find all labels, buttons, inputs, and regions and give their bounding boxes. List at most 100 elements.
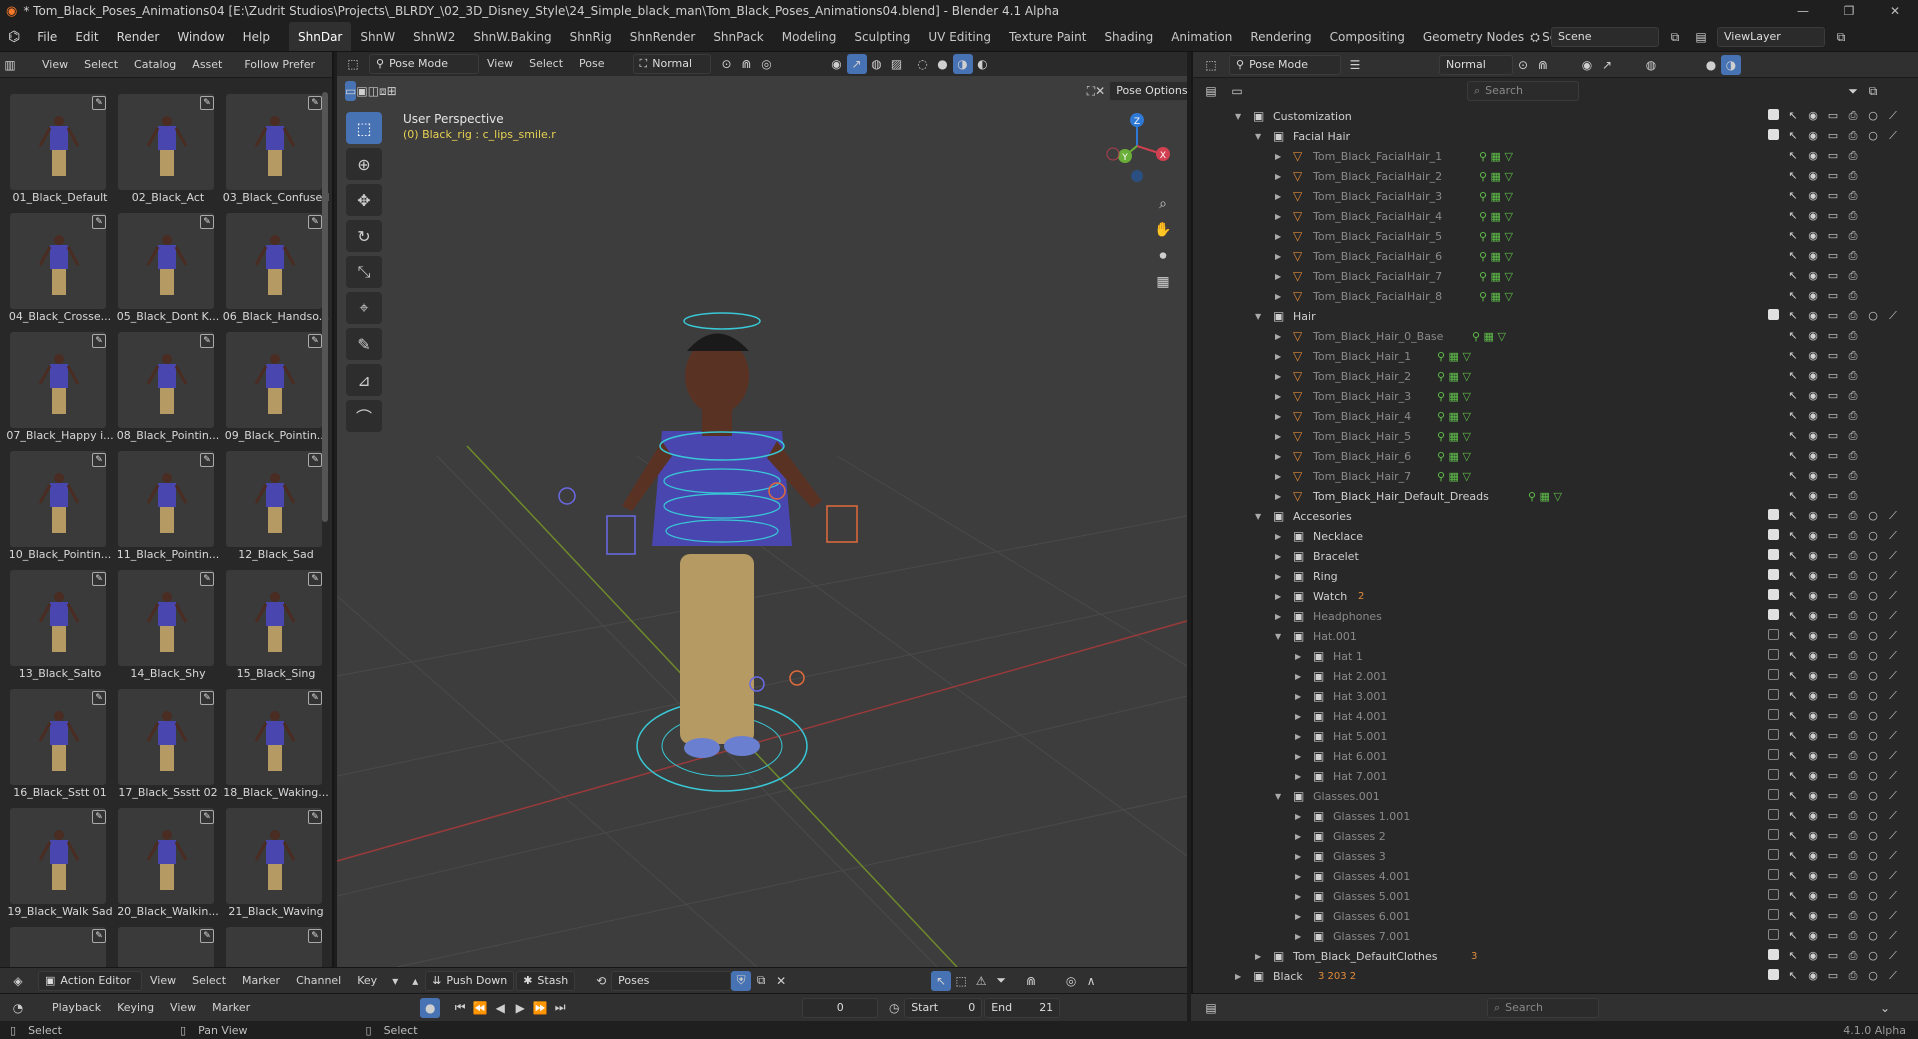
start-frame-field[interactable]: Start 0 <box>904 997 983 1018</box>
layer-down-icon[interactable]: ▾ <box>385 971 405 991</box>
snap-icon[interactable]: ⋒ <box>1533 55 1553 75</box>
edit-asset-icon[interactable]: ✎ <box>308 810 322 824</box>
workspace-tab-shnrender[interactable]: ShnRender <box>621 22 705 51</box>
errors-icon[interactable]: ⚠ <box>971 971 991 991</box>
exclude-checkbox[interactable] <box>1763 789 1783 803</box>
viewport-display-icon[interactable]: ▭ <box>1823 649 1843 663</box>
render-camera-icon[interactable]: ⎙ <box>1843 849 1863 863</box>
render-camera-icon[interactable]: ⎙ <box>1843 689 1863 703</box>
asset-thumbnail[interactable]: ✎ <box>114 923 218 967</box>
outliner-row[interactable]: ▶ ▽ Tom_Black_FacialHair_2 ⚲ ▦ ▽ ↖ ◉ ▭ ⎙ <box>1193 166 1918 186</box>
expand-triangle-icon[interactable]: ▶ <box>1295 832 1301 841</box>
holdout-icon[interactable]: ○ <box>1863 309 1883 323</box>
viewport-display-icon[interactable]: ▭ <box>1823 969 1843 983</box>
viewport-display-icon[interactable]: ▭ <box>1823 569 1843 583</box>
holdout-icon[interactable]: ○ <box>1863 749 1883 763</box>
render-camera-icon[interactable]: ⎙ <box>1843 329 1863 343</box>
asset-thumbnail[interactable]: ✎ 21_Black_Waving <box>222 804 326 922</box>
selectable-icon[interactable]: ↖ <box>1783 789 1803 803</box>
menu-window[interactable]: Window <box>168 22 233 51</box>
exclude-checkbox[interactable] <box>1763 649 1783 663</box>
exclude-checkbox[interactable] <box>1763 929 1783 943</box>
duplicate-action-icon[interactable]: ⧉ <box>751 971 771 991</box>
selectable-icon[interactable]: ↖ <box>1783 709 1803 723</box>
visibility-eye-icon[interactable]: ◉ <box>1803 569 1823 583</box>
exclude-checkbox[interactable] <box>1763 809 1783 823</box>
viewport-display-icon[interactable]: ▭ <box>1823 809 1843 823</box>
viewport-display-icon[interactable]: ▭ <box>1823 129 1843 143</box>
exclude-checkbox[interactable] <box>1763 969 1783 983</box>
holdout-icon[interactable]: ○ <box>1863 109 1883 123</box>
render-camera-icon[interactable]: ⎙ <box>1843 569 1863 583</box>
render-camera-icon[interactable]: ⎙ <box>1843 209 1863 223</box>
display-mode-icon[interactable]: ▤ <box>1201 81 1221 101</box>
viewport-display-icon[interactable]: ▭ <box>1823 729 1843 743</box>
holdout-icon[interactable]: ○ <box>1863 889 1883 903</box>
visibility-eye-icon[interactable]: ◉ <box>1803 609 1823 623</box>
selectable-icon[interactable]: ↖ <box>1783 289 1803 303</box>
asset-thumbnail[interactable]: ✎ 15_Black_Sing <box>222 566 326 684</box>
menu-file[interactable]: File <box>28 22 66 51</box>
render-camera-icon[interactable]: ⎙ <box>1843 489 1863 503</box>
visibility-eye-icon[interactable]: ◉ <box>1803 909 1823 923</box>
workspace-tab-texture-paint[interactable]: Texture Paint <box>1000 22 1095 51</box>
selectable-icon[interactable]: ↖ <box>1783 129 1803 143</box>
render-camera-icon[interactable]: ⎙ <box>1843 889 1863 903</box>
outliner-mode-selector[interactable]: ⚲ Pose Mode <box>1229 54 1341 75</box>
collapse-triangle-icon[interactable]: ▼ <box>1255 512 1261 521</box>
selectable-icon[interactable]: ↖ <box>1783 549 1803 563</box>
selectable-icon[interactable]: ↖ <box>1783 669 1803 683</box>
outliner-row[interactable]: ▶ ▣ Glasses 7.001 ↖ ◉ ▭ ⎙ ○ ⟋ <box>1193 926 1918 946</box>
render-camera-icon[interactable]: ⎙ <box>1843 249 1863 263</box>
exclude-checkbox[interactable] <box>1763 509 1783 523</box>
expand-triangle-icon[interactable]: ▶ <box>1275 292 1281 301</box>
selectable-icon[interactable]: ↖ <box>1783 369 1803 383</box>
visibility-eye-icon[interactable]: ◉ <box>1803 229 1823 243</box>
asset-thumbnail[interactable]: ✎ 03_Black_Confused <box>222 90 329 208</box>
outliner-row[interactable]: ▶ ▣ Watch 2 ↖ ◉ ▭ ⎙ ○ ⟋ <box>1193 586 1918 606</box>
viewport-display-icon[interactable]: ▭ <box>1823 149 1843 163</box>
expand-triangle-icon[interactable]: ▶ <box>1295 652 1301 661</box>
exclude-checkbox[interactable] <box>1763 109 1783 123</box>
render-camera-icon[interactable]: ⎙ <box>1843 189 1863 203</box>
asset-thumbnail[interactable]: ✎ 11_Black_Pointin... <box>114 447 219 565</box>
expand-triangle-icon[interactable]: ▶ <box>1295 692 1301 701</box>
selectable-icon[interactable]: ↖ <box>1783 309 1803 323</box>
asset-thumbnail[interactable]: ✎ 02_Black_Act <box>114 90 218 208</box>
render-camera-icon[interactable]: ⎙ <box>1843 309 1863 323</box>
scene-selector[interactable]: Scene <box>1551 27 1659 47</box>
render-camera-icon[interactable]: ⎙ <box>1843 589 1863 603</box>
timeline-menu-view[interactable]: View <box>162 995 204 1021</box>
measure-tool-icon[interactable]: ⊿ <box>346 364 382 396</box>
visibility-eye-icon[interactable]: ◉ <box>1803 969 1823 983</box>
viewport-menu-select[interactable]: Select <box>521 52 571 76</box>
outliner-row[interactable]: ▶ ▽ Tom_Black_Hair_Default_Dreads ⚲ ▦ ▽ ↖ ◉ ▭ ⎙ <box>1193 486 1918 506</box>
visibility-eye-icon[interactable]: ◉ <box>1803 149 1823 163</box>
viewport-display-icon[interactable]: ▭ <box>1823 409 1843 423</box>
workspace-tab-shnw-baking[interactable]: ShnW.Baking <box>464 22 560 51</box>
selectable-icon[interactable]: ↖ <box>1783 589 1803 603</box>
render-camera-icon[interactable]: ⎙ <box>1843 469 1863 483</box>
selectable-icon[interactable]: ↖ <box>1783 249 1803 263</box>
menu-edit[interactable]: Edit <box>66 22 107 51</box>
pan-hand-icon[interactable]: ✋ <box>1153 220 1173 240</box>
workspace-tab-animation[interactable]: Animation <box>1162 22 1241 51</box>
outliner-row[interactable]: ▶ ▽ Tom_Black_FacialHair_8 ⚲ ▦ ▽ ↖ ◉ ▭ ⎙ <box>1193 286 1918 306</box>
selectable-icon[interactable]: ↖ <box>1783 349 1803 363</box>
viewport-display-icon[interactable]: ▭ <box>1823 549 1843 563</box>
layer-up-icon[interactable]: ▴ <box>405 971 425 991</box>
render-camera-icon[interactable]: ⎙ <box>1843 629 1863 643</box>
selectable-icon[interactable]: ↖ <box>1783 729 1803 743</box>
visibility-eye-icon[interactable]: ◉ <box>1803 729 1823 743</box>
current-frame-field[interactable]: 0 <box>802 997 879 1018</box>
selectable-icon[interactable]: ↖ <box>1783 409 1803 423</box>
expand-triangle-icon[interactable]: ▶ <box>1275 212 1281 221</box>
render-camera-icon[interactable]: ⎙ <box>1843 909 1863 923</box>
expand-triangle-icon[interactable]: ▶ <box>1295 912 1301 921</box>
exclude-checkbox[interactable] <box>1763 949 1783 963</box>
visibility-eye-icon[interactable]: ◉ <box>1803 349 1823 363</box>
indirect-only-icon[interactable]: ⟋ <box>1883 629 1903 643</box>
viewport-menu-view[interactable]: View <box>479 52 521 76</box>
expand-triangle-icon[interactable]: ▶ <box>1275 392 1281 401</box>
asset-menu-select[interactable]: Select <box>76 52 126 77</box>
